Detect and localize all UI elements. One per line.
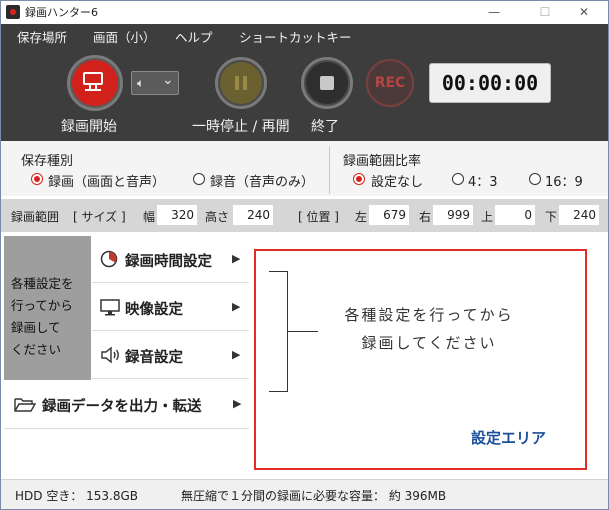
video-settings-label: 映像設定 — [125, 302, 183, 318]
record-start-label: 録画開始 — [61, 119, 117, 135]
radio-aspect-none[interactable] — [353, 173, 365, 185]
rec-indicator-button[interactable]: REC — [366, 59, 414, 107]
status-bar: HDD 空き： 153.8GB 無圧縮で１分間の録画に必要な容量： 約 396M… — [1, 479, 608, 509]
menu-save-location[interactable]: 保存場所 — [17, 27, 67, 46]
chevron-right-icon: ▶ — [232, 252, 241, 265]
size-label: [ サイズ ] — [73, 210, 126, 224]
radio-save-video[interactable] — [31, 173, 43, 185]
pause-icon — [235, 76, 239, 90]
sidebar-item-record-time[interactable]: 録画時間設定 ▶ — [92, 236, 249, 283]
title-bar: 録画ハンター6 — ☐ ✕ — [1, 1, 608, 24]
chevron-right-icon: ▶ — [233, 397, 242, 410]
aspect-none-label[interactable]: 設定なし — [371, 171, 423, 190]
audio-source-dropdown[interactable]: 🔈︎ ⌄ — [131, 71, 179, 95]
save-video-label[interactable]: 録画（画面と音声） — [48, 171, 165, 190]
sidebar-item-video[interactable]: 映像設定 ▶ — [92, 284, 249, 331]
export-label: 録画データを出力・転送 — [42, 399, 202, 415]
top-field[interactable]: 0 — [495, 205, 535, 225]
monitor-icon — [100, 299, 120, 316]
bottom-field[interactable]: 240 — [559, 205, 599, 225]
hdd-free-space: HDD 空き： 153.8GB — [15, 489, 139, 503]
settings-hint-text: 各種設定を 行ってから 録画して ください — [11, 276, 74, 357]
sidebar-item-export[interactable]: 録画データを出力・転送 ▶ — [4, 381, 249, 429]
position-label: [ 位置 ] — [298, 210, 339, 224]
top-label: 上 — [481, 210, 494, 224]
height-field[interactable]: 240 — [233, 205, 273, 225]
window-title: 録画ハンター6 — [25, 6, 98, 19]
pause-button-face — [220, 62, 262, 104]
settings-bracket — [269, 271, 288, 392]
stop-icon — [320, 76, 334, 90]
menu-screen-small[interactable]: 画面（小） — [93, 27, 156, 46]
bottom-label: 下 — [545, 210, 558, 224]
pause-resume-label: 一時停止 / 再開 — [192, 119, 290, 135]
radio-aspect-4-3[interactable] — [452, 173, 464, 185]
speaker-icon: 🔈︎ — [137, 76, 145, 90]
menu-bar: 保存場所 画面（小） ヘルプ ショートカットキー — [1, 24, 608, 46]
right-label: 右 — [419, 210, 432, 224]
sidebar-item-audio[interactable]: 録音設定 ▶ — [92, 332, 249, 379]
toolbar: 🔈︎ ⌄ REC 00:00:00 録画開始 一時停止 / 再開 終了 — [1, 46, 608, 141]
audio-settings-label: 録音設定 — [125, 350, 183, 366]
radio-aspect-16-9[interactable] — [529, 173, 541, 185]
pause-icon-bar — [243, 76, 247, 90]
width-label: 幅 — [143, 210, 156, 224]
save-type-label: 保存種別 — [21, 154, 74, 169]
options-panel: 保存種別 録画（画面と音声） 録音（音声のみ） 録画範囲比率 設定なし 4：3 … — [1, 141, 608, 196]
left-field[interactable]: 679 — [369, 205, 409, 225]
speaker-icon — [101, 346, 119, 364]
app-icon — [6, 5, 20, 19]
main-window: 録画ハンター6 — ☐ ✕ 保存場所 画面（小） ヘルプ ショートカットキー 🔈… — [0, 0, 609, 510]
recording-range-bar: 録画範囲 [ サイズ ] 幅 320 高さ 240 [ 位置 ] 左 679 右… — [1, 199, 608, 232]
settings-bracket-tick — [288, 331, 318, 332]
aspect-4-3-label[interactable]: 4：3 — [468, 171, 498, 190]
elapsed-timer: 00:00:00 — [429, 63, 551, 103]
chevron-down-icon: ⌄ — [162, 72, 174, 88]
monitor-base — [85, 89, 101, 91]
stop-label: 終了 — [311, 119, 339, 135]
options-divider — [329, 146, 330, 194]
menu-help[interactable]: ヘルプ — [175, 27, 213, 46]
record-time-label: 録画時間設定 — [125, 254, 212, 270]
minimize-button[interactable]: — — [471, 1, 517, 24]
left-label: 左 — [355, 210, 368, 224]
chevron-right-icon: ▶ — [232, 300, 241, 313]
width-field[interactable]: 320 — [157, 205, 197, 225]
menu-shortcut-keys[interactable]: ショートカットキー — [239, 27, 352, 46]
chevron-right-icon: ▶ — [232, 348, 241, 361]
close-button[interactable]: ✕ — [561, 1, 607, 24]
folder-icon — [14, 398, 36, 412]
settings-area-caption: 設定エリア — [471, 429, 547, 447]
required-capacity: 無圧縮で１分間の録画に必要な容量： 約 396MB — [181, 489, 447, 503]
aspect-16-9-label[interactable]: 16：9 — [545, 171, 583, 190]
radio-save-audio[interactable] — [193, 173, 205, 185]
aspect-ratio-label: 録画範囲比率 — [343, 154, 422, 169]
monitor-icon — [83, 72, 103, 85]
settings-message: 各種設定を行ってから 録画してください — [344, 306, 514, 352]
save-audio-label[interactable]: 録音（音声のみ） — [210, 171, 314, 190]
clock-pie-icon — [100, 250, 118, 268]
height-label: 高さ — [205, 210, 230, 224]
range-label: 録画範囲 — [11, 210, 60, 224]
right-field[interactable]: 999 — [433, 205, 473, 225]
